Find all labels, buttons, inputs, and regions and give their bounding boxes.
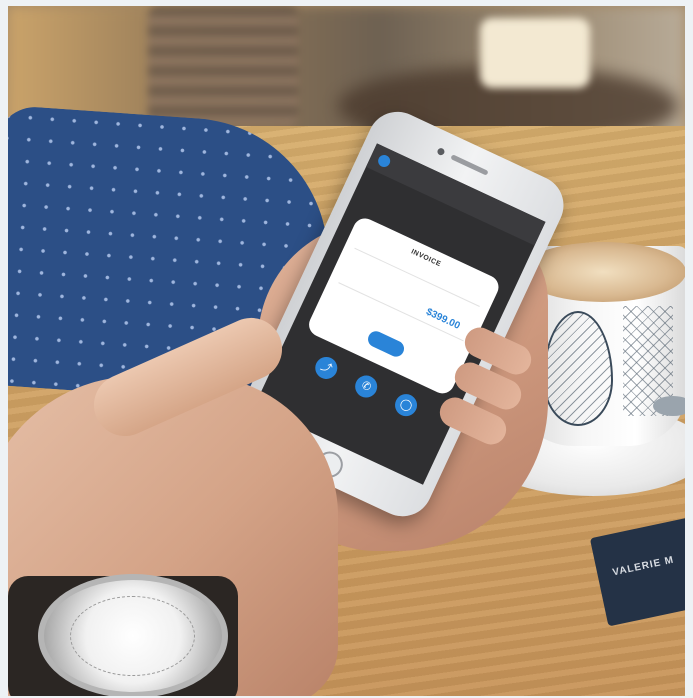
background-candle <box>480 18 590 88</box>
share-action[interactable]: ⤴ <box>307 352 345 387</box>
spoon <box>653 396 685 416</box>
app-logo-icon <box>376 153 393 169</box>
background-jar <box>148 6 298 126</box>
camera-icon <box>436 146 446 157</box>
phone-icon[interactable]: ✆ <box>351 371 381 402</box>
share-icon[interactable]: ⤴ <box>311 353 341 383</box>
chat-action[interactable]: ◯ <box>387 389 425 424</box>
earpiece <box>450 154 489 176</box>
photo: VALERIE M INVOICE $399.00 ⤴ ✆ ◯ <box>8 6 685 696</box>
watch-face <box>70 596 195 676</box>
chat-icon[interactable]: ◯ <box>391 390 421 420</box>
pay-button[interactable] <box>365 328 407 360</box>
call-action[interactable]: ✆ <box>347 370 385 405</box>
invoice-amount: $399.00 <box>424 306 462 332</box>
